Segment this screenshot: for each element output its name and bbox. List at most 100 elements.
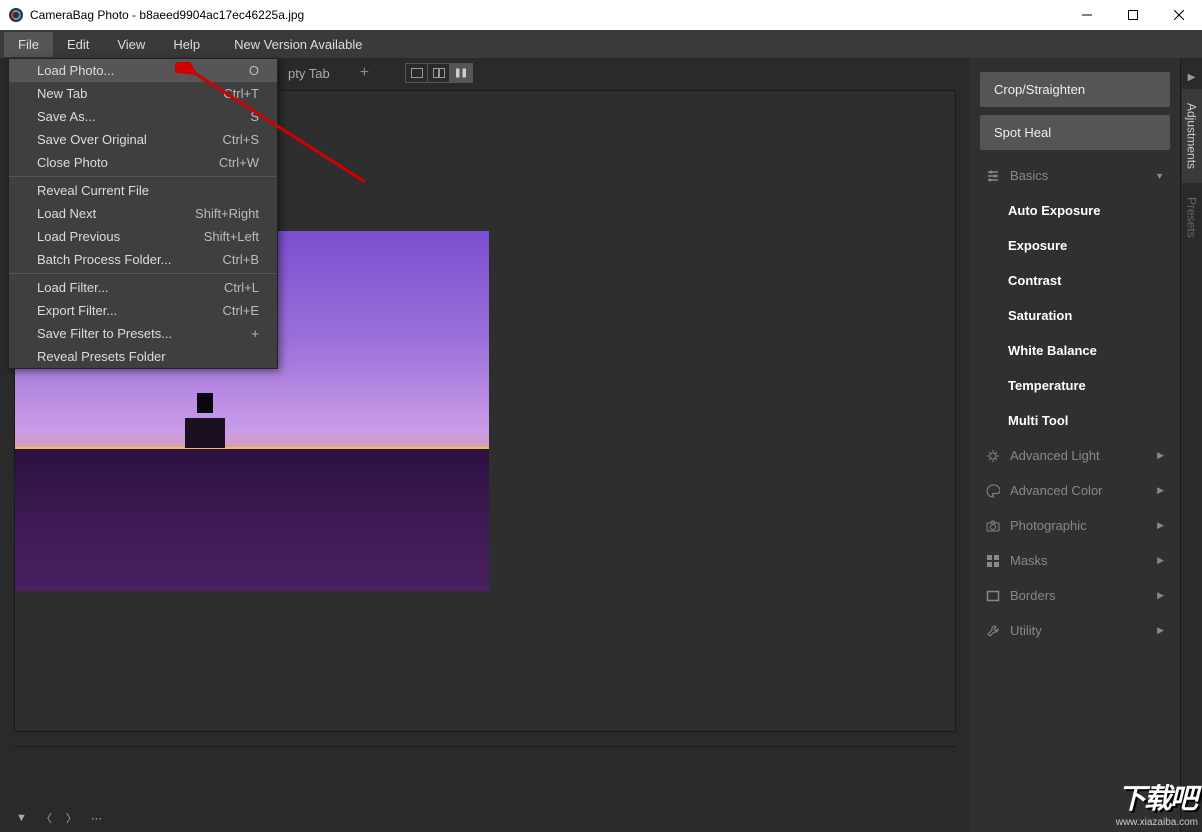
next-icon[interactable]: 〉	[66, 810, 77, 826]
app-icon	[8, 7, 24, 23]
menu-view[interactable]: View	[103, 32, 159, 57]
layout-single-icon[interactable]	[406, 64, 428, 82]
menu-edit[interactable]: Edit	[53, 32, 103, 57]
menu-item-save-as[interactable]: Save As... S	[9, 105, 277, 128]
menu-item-label: Batch Process Folder...	[37, 252, 171, 267]
chevron-down-icon[interactable]: ▼	[16, 812, 27, 824]
category-label: Advanced Light	[1010, 448, 1100, 463]
layout-compare-icon[interactable]	[450, 64, 472, 82]
chevron-right-icon: ▶	[1157, 625, 1164, 636]
adjustment-contrast[interactable]: Contrast	[980, 263, 1170, 298]
menu-item-reveal-current-file[interactable]: Reveal Current File	[9, 179, 277, 202]
tab-empty[interactable]: pty Tab	[274, 60, 344, 87]
menu-item-save-over-original[interactable]: Save Over Original Ctrl+S	[9, 128, 277, 151]
menu-separator	[9, 176, 277, 177]
crop-straighten-button[interactable]: Crop/Straighten	[980, 72, 1170, 107]
menu-help[interactable]: Help	[159, 32, 214, 57]
minimize-button[interactable]	[1064, 0, 1110, 30]
close-button[interactable]	[1156, 0, 1202, 30]
menu-item-shortcut: O	[249, 63, 259, 78]
category-label: Photographic	[1010, 518, 1087, 533]
window-title: CameraBag Photo - b8aeed9904ac17ec46225a…	[30, 8, 304, 22]
layout-toggle	[405, 63, 473, 83]
tab-adjustments[interactable]: Adjustments	[1182, 89, 1202, 183]
category-label: Borders	[1010, 588, 1056, 603]
chevron-right-icon: ▶	[1157, 450, 1164, 461]
wrench-icon	[986, 624, 1000, 638]
menu-item-save-filter-to-presets[interactable]: Save Filter to Presets... +	[9, 322, 277, 345]
spot-heal-button[interactable]: Spot Heal	[980, 115, 1170, 150]
category-label: Utility	[1010, 623, 1042, 638]
file-dropdown-menu: Load Photo...ONew TabCtrl+TSave As...SSa…	[8, 58, 278, 369]
chevron-right-icon: ▶	[1157, 555, 1164, 566]
menu-item-label: Export Filter...	[37, 303, 117, 318]
menu-item-label: Reveal Presets Folder	[37, 349, 166, 364]
side-tabs: ▶ Adjustments Presets	[1180, 58, 1202, 832]
category-label: Advanced Color	[1010, 483, 1103, 498]
menu-item-label: Close Photo	[37, 155, 108, 170]
menu-item-shortcut: Ctrl+E	[223, 303, 259, 318]
menu-item-batch-process-folder[interactable]: Batch Process Folder... Ctrl+B	[9, 248, 277, 271]
menu-item-label: New Tab	[37, 86, 87, 101]
menu-item-shortcut: Ctrl+T	[223, 86, 259, 101]
adjustment-white-balance[interactable]: White Balance	[980, 333, 1170, 368]
layout-split-icon[interactable]	[428, 64, 450, 82]
menu-item-shortcut: Ctrl+B	[223, 252, 259, 267]
chevron-right-icon: ▶	[1157, 520, 1164, 531]
camera-icon	[986, 519, 1000, 533]
category-label: Masks	[1010, 553, 1048, 568]
menu-new-version[interactable]: New Version Available	[220, 32, 376, 57]
menu-file[interactable]: File	[4, 32, 53, 57]
adjustment-temperature[interactable]: Temperature	[980, 368, 1170, 403]
grid-icon	[986, 554, 1000, 568]
category-borders[interactable]: Borders▶	[980, 578, 1170, 613]
menu-item-load-previous[interactable]: Load Previous Shift+Left	[9, 225, 277, 248]
menu-item-label: Load Previous	[37, 229, 120, 244]
category-basics[interactable]: Basics ▼	[980, 158, 1170, 193]
chevron-down-icon: ▼	[1155, 171, 1164, 181]
adjustment-auto-exposure[interactable]: Auto Exposure	[980, 193, 1170, 228]
more-icon[interactable]: ⋯	[91, 812, 102, 825]
menu-item-close-photo[interactable]: Close Photo Ctrl+W	[9, 151, 277, 174]
palette-icon	[986, 484, 1000, 498]
menu-item-reveal-presets-folder[interactable]: Reveal Presets Folder	[9, 345, 277, 368]
adjustment-multi-tool[interactable]: Multi Tool	[980, 403, 1170, 438]
menu-item-label: Reveal Current File	[37, 183, 149, 198]
menu-item-shortcut: Shift+Left	[204, 229, 259, 244]
rect-icon	[986, 589, 1000, 603]
menu-item-label: Save As...	[37, 109, 96, 124]
adjustments-panel: Crop/Straighten Spot Heal Basics ▼ Auto Ex…	[970, 58, 1180, 832]
menu-item-export-filter[interactable]: Export Filter... Ctrl+E	[9, 299, 277, 322]
tab-add-button[interactable]: +	[344, 58, 385, 88]
menu-item-label: Save Over Original	[37, 132, 147, 147]
menubar: File Edit View Help New Version Availabl…	[0, 30, 1202, 58]
menu-item-shortcut: S	[250, 109, 259, 124]
menu-item-load-photo[interactable]: Load Photo... O	[9, 59, 277, 82]
collapse-arrow-icon[interactable]: ▶	[1188, 66, 1196, 89]
category-label: Basics	[1010, 168, 1048, 183]
menu-item-shortcut: Ctrl+S	[223, 132, 259, 147]
category-photographic[interactable]: Photographic ▶	[980, 508, 1170, 543]
menu-item-label: Load Photo...	[37, 63, 114, 78]
category-masks[interactable]: Masks ▶	[980, 543, 1170, 578]
menu-item-label: Load Next	[37, 206, 96, 221]
menu-item-shortcut: Ctrl+L	[224, 280, 259, 295]
tab-presets[interactable]: Presets	[1182, 183, 1202, 252]
menu-item-load-filter[interactable]: Load Filter...Ctrl+L	[9, 276, 277, 299]
titlebar: CameraBag Photo - b8aeed9904ac17ec46225a…	[0, 0, 1202, 30]
menu-item-shortcut: +	[251, 326, 259, 341]
menu-item-load-next[interactable]: Load NextShift+Right	[9, 202, 277, 225]
category-utility[interactable]: Utility ▶	[980, 613, 1170, 648]
category-advanced-color[interactable]: Advanced Color ▶	[980, 473, 1170, 508]
menu-item-label: Save Filter to Presets...	[37, 326, 172, 341]
maximize-button[interactable]	[1110, 0, 1156, 30]
window-controls	[1064, 0, 1202, 30]
adjustment-saturation[interactable]: Saturation	[980, 298, 1170, 333]
chevron-right-icon: ▶	[1157, 485, 1164, 496]
menu-item-new-tab[interactable]: New Tab Ctrl+T	[9, 82, 277, 105]
category-advanced-light[interactable]: Advanced Light ▶	[980, 438, 1170, 473]
menu-item-shortcut: Ctrl+W	[219, 155, 259, 170]
prev-icon[interactable]: 〈	[41, 810, 52, 826]
adjustment-exposure[interactable]: Exposure	[980, 228, 1170, 263]
sun-icon	[986, 449, 1000, 463]
